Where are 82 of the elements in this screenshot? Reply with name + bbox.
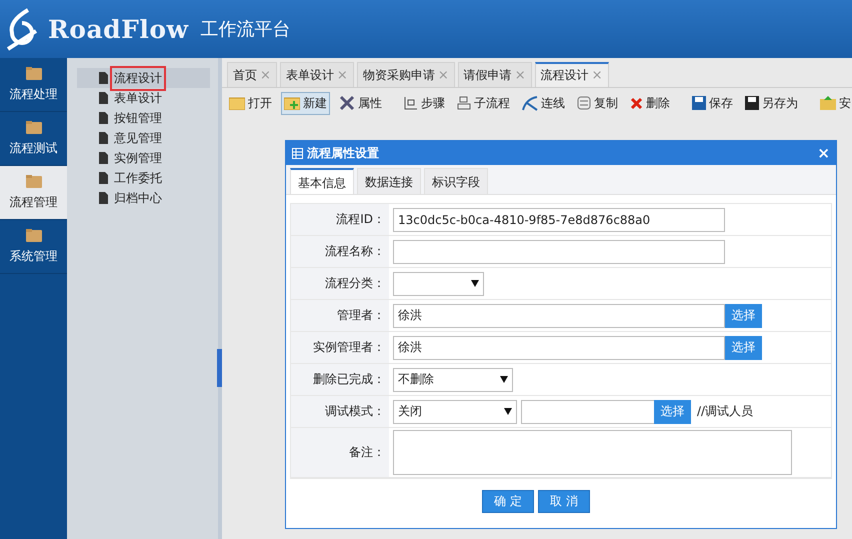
select-button[interactable]: 选择	[654, 400, 691, 424]
tab[interactable]: 表单设计 ×	[280, 62, 354, 87]
page-icon	[99, 172, 108, 184]
page-icon	[99, 152, 108, 164]
tree-item[interactable]: 按钮管理	[77, 108, 210, 128]
input-field[interactable]: 13c0dc5c-b0ca-4810-9f85-7e8d876c88a0	[393, 208, 725, 232]
field-label: 备注：	[291, 428, 389, 477]
toolbar-button[interactable]: 安	[817, 92, 852, 114]
save-icon	[745, 96, 759, 110]
tree-item[interactable]: 流程设计	[77, 68, 210, 88]
notes-field[interactable]	[393, 430, 792, 475]
dropdown[interactable]: 关闭	[393, 400, 517, 424]
field-label: 流程分类：	[291, 268, 389, 299]
dialog-button[interactable]: 确 定	[482, 490, 534, 513]
tab[interactable]: 请假申请 ×	[458, 62, 532, 87]
field-label: 流程ID：	[291, 204, 389, 235]
toolbar-button[interactable]: 属性	[336, 92, 385, 114]
toolbar-button[interactable]: 保存	[689, 92, 736, 114]
folder-icon	[26, 120, 42, 134]
select-button[interactable]: 选择	[725, 304, 762, 328]
app-subtitle: 工作流平台	[200, 18, 291, 41]
logo-icon	[6, 7, 40, 51]
field-label: 调试模式：	[291, 396, 389, 427]
package-icon	[820, 96, 836, 110]
page-icon	[99, 132, 108, 144]
grid-icon	[292, 148, 303, 158]
toolbar-button[interactable]: 步骤	[401, 92, 448, 114]
step-icon	[404, 96, 418, 110]
input-field[interactable]: 徐洪	[393, 336, 725, 360]
field-label: 流程名称：	[291, 236, 389, 267]
caret-icon	[500, 376, 508, 383]
app-logo: RoadFlow	[48, 14, 189, 44]
tree-item[interactable]: 实例管理	[77, 148, 210, 168]
dropdown[interactable]: 不删除	[393, 368, 513, 392]
folder-icon	[229, 96, 245, 110]
tab[interactable]: 数据连接	[357, 168, 421, 194]
tab[interactable]: 基本信息	[290, 168, 354, 194]
dialog-button[interactable]: 取 消	[538, 490, 590, 513]
dialog-title: 流程属性设置	[307, 144, 379, 162]
field-label: 删除已完成：	[291, 364, 389, 395]
page-icon	[99, 112, 108, 124]
field-label: 管理者：	[291, 300, 389, 331]
caret-icon	[471, 280, 479, 287]
subflow-icon	[457, 96, 471, 110]
tree-item[interactable]: 归档中心	[77, 188, 210, 208]
toolbar-button[interactable]: 子流程	[454, 92, 513, 114]
tools-icon	[339, 95, 355, 111]
delete-icon	[630, 96, 643, 110]
hint-text: //调试人员	[697, 403, 754, 420]
tree-item[interactable]: 意见管理	[77, 128, 210, 148]
save-icon	[692, 96, 706, 110]
select-button[interactable]: 选择	[725, 336, 762, 360]
copy-icon	[577, 96, 591, 110]
collapse-handle[interactable]	[217, 349, 222, 387]
page-icon	[99, 92, 108, 104]
page-icon	[99, 192, 108, 204]
toolbar-button[interactable]: 另存为	[742, 92, 801, 114]
toolbar-button[interactable]: 打开	[226, 92, 275, 114]
input-field[interactable]: 徐洪	[393, 304, 725, 328]
field-label: 实例管理者：	[291, 332, 389, 363]
toolbar-button[interactable]: 连线	[519, 92, 568, 114]
toolbar-button[interactable]: 复制	[574, 92, 621, 114]
folder-icon	[26, 66, 42, 80]
caret-icon	[504, 408, 512, 415]
tree-item[interactable]: 工作委托	[77, 168, 210, 188]
connector-icon	[522, 95, 538, 111]
tab[interactable]: 流程设计 ×	[534, 62, 609, 87]
folder-icon	[26, 228, 42, 242]
folder-icon	[26, 174, 42, 188]
toolbar-button[interactable]: 删除	[627, 92, 673, 114]
input-field[interactable]	[521, 400, 655, 424]
close-button[interactable]: ×	[817, 144, 830, 162]
nav-item[interactable]: 流程管理	[0, 166, 67, 220]
input-field[interactable]	[393, 240, 725, 264]
tree-item[interactable]: 表单设计	[77, 88, 210, 108]
dropdown[interactable]	[393, 272, 484, 296]
toolbar-button[interactable]: 新建	[281, 92, 330, 114]
tab[interactable]: 标识字段	[424, 168, 488, 194]
new-folder-icon	[284, 96, 300, 110]
tab[interactable]: 首页 ×	[227, 62, 277, 87]
page-icon	[99, 72, 108, 84]
tab[interactable]: 物资采购申请 ×	[356, 62, 455, 87]
